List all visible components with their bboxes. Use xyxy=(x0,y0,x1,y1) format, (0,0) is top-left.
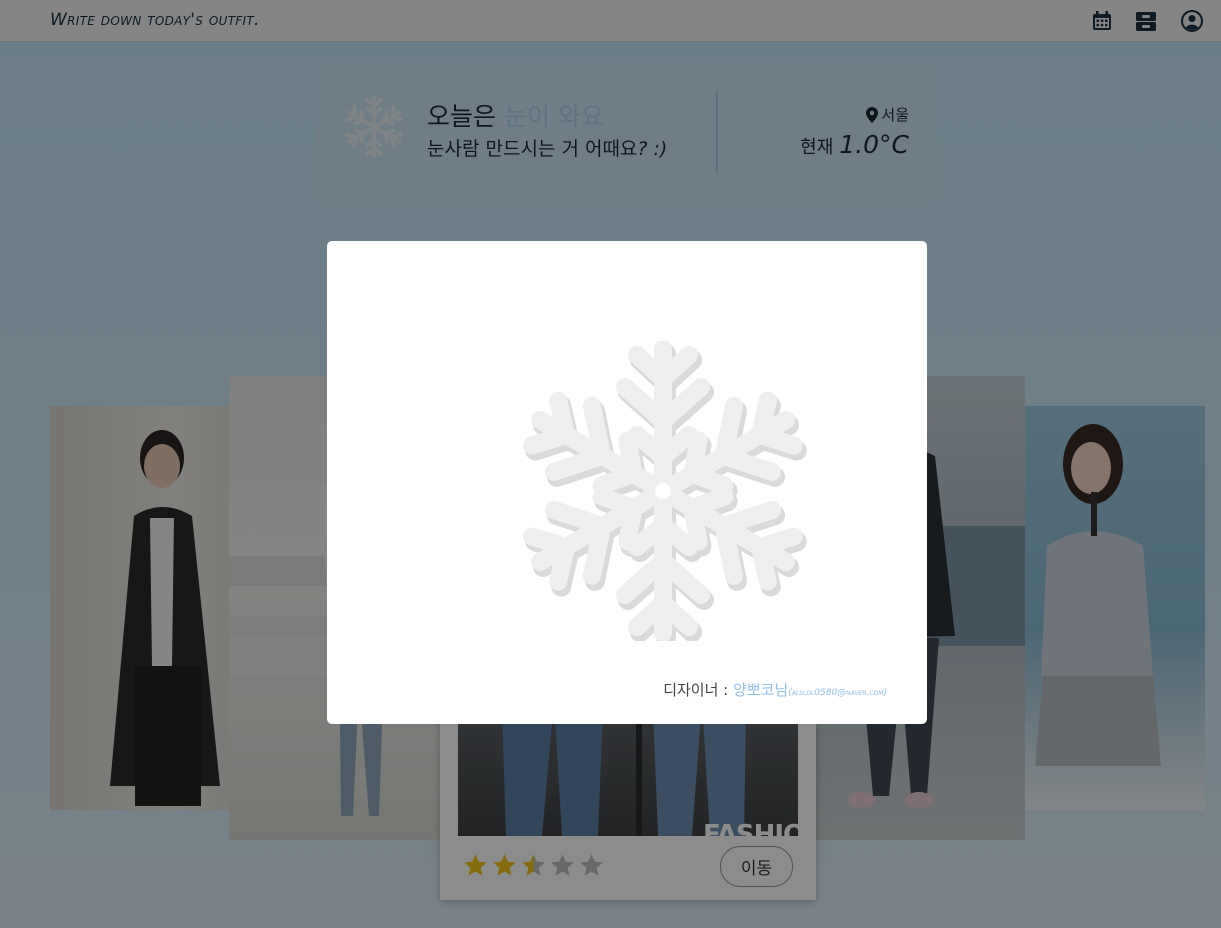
designer-credit: 디자이너 : 양뽀코님(alsldl0580@naver.com) xyxy=(663,679,887,700)
designer-label: 디자이너 : xyxy=(663,681,733,699)
designer-email[interactable]: (alsldl0580@naver.com) xyxy=(788,688,887,698)
designer-name: 양뽀코님 xyxy=(733,681,789,699)
snowflake-icon xyxy=(513,341,813,641)
weather-modal: 디자이너 : 양뽀코님(alsldl0580@naver.com) xyxy=(327,241,927,724)
